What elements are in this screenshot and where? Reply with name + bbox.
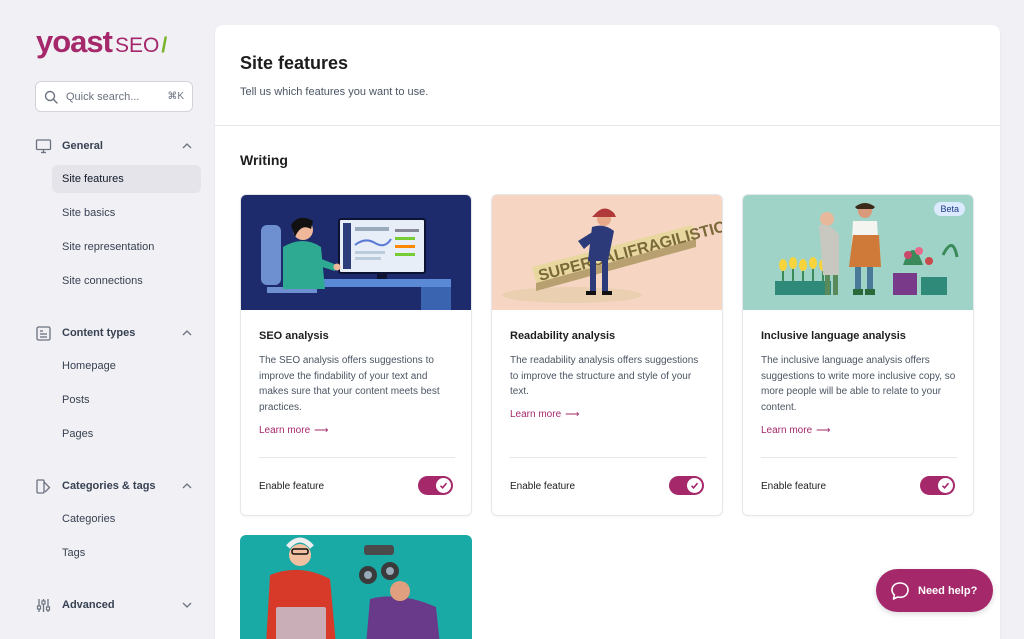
main-panel: Site features Tell us which features you… (215, 25, 1000, 639)
nav-group-label: Content types (62, 327, 136, 339)
nav-group-categories-tags[interactable]: Categories & tags (35, 474, 193, 498)
learn-more-label: Learn more (510, 409, 562, 420)
check-icon (941, 482, 950, 489)
nav-group-advanced[interactable]: Advanced (35, 593, 193, 617)
logo-brand: yoast (36, 24, 113, 59)
card-description: The SEO analysis offers suggestions to i… (259, 355, 440, 413)
nav-group-label: Advanced (62, 599, 115, 611)
arrow-right-icon: ⟶ (565, 409, 580, 420)
toggle-knob (938, 478, 953, 493)
enable-feature-label: Enable feature (510, 481, 576, 492)
learn-more-link[interactable]: Learn more ⟶ (259, 425, 328, 436)
feature-card-partial (240, 535, 472, 639)
nav-group-label: General (62, 140, 103, 152)
learn-more-link[interactable]: Learn more ⟶ (761, 425, 830, 436)
beta-badge: Beta (934, 202, 965, 216)
eye-exam-illustration (240, 535, 472, 639)
readability-analysis-illustration: SUPERCALIFRAGILISTIC (492, 195, 722, 310)
logo-product: SEO (114, 34, 160, 57)
toggle-knob (687, 478, 702, 493)
quick-search[interactable]: ⌘K (35, 81, 193, 112)
enable-feature-label: Enable feature (761, 481, 827, 492)
sidebar-item-posts[interactable]: Posts (52, 386, 201, 414)
page-subtitle: Tell us which features you want to use. (240, 86, 429, 98)
divider (215, 125, 1000, 126)
chevron-down-icon (182, 602, 192, 608)
check-icon (439, 482, 448, 489)
arrow-right-icon: ⟶ (816, 425, 831, 436)
enable-feature-toggle[interactable] (669, 476, 704, 495)
card-description: The inclusive language analysis offers s… (761, 355, 956, 413)
sidebar-item-tags[interactable]: Tags (52, 539, 201, 567)
divider (510, 457, 706, 458)
nav-group-label: Categories & tags (62, 480, 156, 492)
enable-feature-toggle[interactable] (920, 476, 955, 495)
sidebar-item-site-features[interactable]: Site features (52, 165, 201, 193)
arrow-right-icon: ⟶ (314, 425, 329, 436)
sidebar-item-homepage[interactable]: Homepage (52, 352, 201, 380)
learn-more-link[interactable]: Learn more ⟶ (510, 409, 579, 420)
logo-slash: / (161, 34, 168, 57)
search-input[interactable] (66, 90, 150, 103)
chevron-up-icon (182, 330, 192, 336)
tags-icon (36, 478, 51, 494)
sidebar-item-categories[interactable]: Categories (52, 505, 201, 533)
nav-group-general[interactable]: General (35, 134, 193, 158)
sidebar: yoast SEO / ⌘K General Site features (0, 0, 215, 639)
seo-analysis-illustration (241, 195, 471, 310)
card-title: Readability analysis (510, 330, 616, 342)
sidebar-item-site-representation[interactable]: Site representation (52, 233, 201, 261)
sliders-icon (36, 598, 51, 612)
feature-card-seo-analysis: SEO analysis The SEO analysis offers sug… (240, 194, 472, 516)
toggle-knob (436, 478, 451, 493)
divider (761, 457, 957, 458)
enable-feature-toggle[interactable] (418, 476, 453, 495)
need-help-label: Need help? (918, 584, 978, 597)
feature-card-readability-analysis: SUPERCALIFRAGILISTIC Readability analysi… (491, 194, 723, 516)
sidebar-item-site-connections[interactable]: Site connections (52, 267, 201, 295)
search-icon (44, 90, 58, 104)
card-title: SEO analysis (259, 330, 329, 342)
chevron-up-icon (182, 143, 192, 149)
nav-group-content-types[interactable]: Content types (35, 321, 193, 345)
document-icon (36, 325, 51, 341)
sidebar-item-site-basics[interactable]: Site basics (52, 199, 201, 227)
search-shortcut: ⌘K (167, 91, 184, 102)
feature-card-inclusive-language-analysis: Beta Inclusive language analysis The inc… (742, 194, 974, 516)
chevron-up-icon (182, 483, 192, 489)
card-description: The readability analysis offers suggesti… (510, 355, 699, 397)
app: yoast SEO / ⌘K General Site features (0, 0, 1024, 639)
chat-bubble-icon (891, 581, 909, 600)
page-title: Site features (240, 53, 349, 73)
divider (259, 457, 455, 458)
sidebar-item-pages[interactable]: Pages (52, 420, 201, 448)
section-title-writing: Writing (240, 152, 288, 168)
yoast-logo[interactable]: yoast SEO / (36, 24, 167, 60)
learn-more-label: Learn more (761, 425, 813, 436)
need-help-button[interactable]: Need help? (876, 569, 993, 612)
monitor-icon (35, 138, 52, 153)
card-title: Inclusive language analysis (761, 330, 906, 342)
enable-feature-label: Enable feature (259, 481, 325, 492)
learn-more-label: Learn more (259, 425, 311, 436)
check-icon (690, 482, 699, 489)
